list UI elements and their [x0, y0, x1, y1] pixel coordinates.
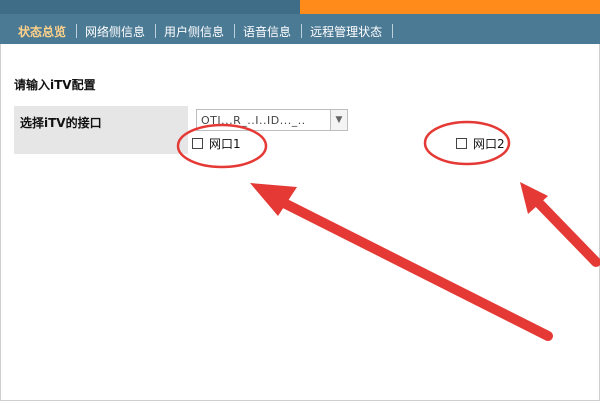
port-2-label: 网口2 — [473, 137, 505, 151]
nav-item-label: 网络侧信息 — [85, 24, 146, 39]
watermark-domain: luyouqi.com — [508, 361, 570, 372]
itv-interface-select[interactable]: OTI...R_..I..ID..._.. ▼ — [196, 109, 348, 131]
nav-item-label: 状态总览 — [18, 24, 67, 39]
nav-item-label: 语音信息 — [243, 24, 292, 39]
nav-item-voice-info[interactable]: 语音信息 — [235, 23, 303, 40]
top-header: 状态总览 网络侧信息 用户侧信息 语音信息 远程管理状态 — [0, 0, 600, 44]
port-2-checkbox[interactable] — [456, 138, 467, 149]
nav-separator — [301, 24, 303, 38]
select-value: OTI...R_..I..ID..._.. — [201, 113, 306, 127]
nav-separator — [76, 24, 78, 38]
nav-separator — [155, 24, 157, 38]
nav-separator — [234, 24, 236, 38]
port-1-label: 网口1 — [209, 137, 241, 151]
nav-item-user-info[interactable]: 用户侧信息 — [156, 23, 236, 40]
header-accent-strip — [0, 0, 600, 14]
page-title: 请输入iTV配置 — [14, 78, 96, 92]
main-nav: 状态总览 网络侧信息 用户侧信息 语音信息 远程管理状态 — [0, 18, 600, 44]
itv-interface-row: 选择iTV的接口 OTI...R_..I..ID..._.. ▼ — [14, 106, 600, 154]
nav-separator — [392, 24, 394, 38]
header-orange-bar — [300, 0, 600, 14]
router-logo-icon — [456, 334, 500, 378]
port-2-option[interactable]: 网口2 — [456, 135, 505, 152]
port-1-checkbox[interactable] — [192, 138, 203, 149]
nav-item-network-info[interactable]: 网络侧信息 — [77, 23, 157, 40]
watermark: 路由器 luyouqi.com — [456, 324, 596, 388]
watermark-brand: 路由器 — [508, 338, 571, 362]
itv-interface-label: 选择iTV的接口 — [20, 116, 102, 130]
watermark-text: 路由器 luyouqi.com — [508, 339, 571, 373]
chevron-down-icon[interactable]: ▼ — [330, 110, 347, 130]
nav-item-status-overview[interactable]: 状态总览 — [0, 23, 78, 40]
nav-item-remote-management[interactable]: 远程管理状态 — [302, 23, 394, 40]
port-1-option[interactable]: 网口1 — [192, 135, 241, 152]
itv-interface-label-cell: 选择iTV的接口 — [14, 106, 188, 154]
nav-item-label: 远程管理状态 — [310, 24, 383, 39]
nav-item-label: 用户侧信息 — [164, 24, 225, 39]
